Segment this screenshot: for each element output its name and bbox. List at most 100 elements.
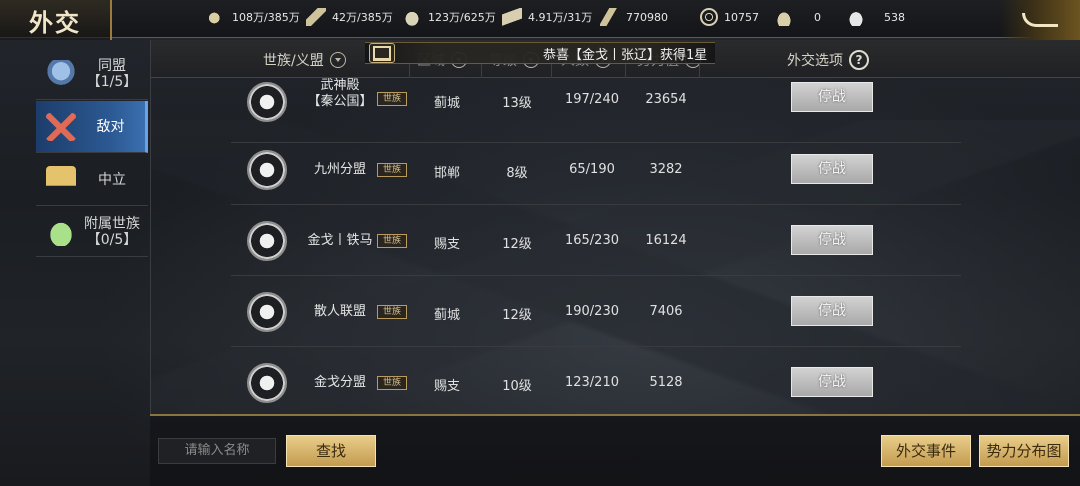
bottom-bar: 请输入名称 查找 外交事件 势力分布图 [150, 414, 1080, 486]
level-value: 13级 [502, 96, 532, 111]
clan-emblem-icon [247, 221, 287, 261]
region-value: 赐支 [433, 379, 460, 394]
sidebar-item-vassal[interactable]: 附属世族 【0/5】 [36, 207, 148, 257]
banner-icon [46, 165, 76, 194]
clan-name[interactable]: 金戈分盟 [295, 375, 385, 391]
title-plate: 外交 [0, 0, 112, 40]
back-button[interactable] [1000, 0, 1080, 40]
sidebar-item-label: 中立 [98, 171, 126, 188]
ceasefire-button[interactable]: 停战 [791, 154, 873, 184]
ceasefire-button[interactable]: 停战 [791, 82, 873, 112]
sidebar-item-label: 同盟 【1/5】 [86, 57, 138, 90]
announcement-ticker: 恭喜【金戈丨张辽】获得1星 [365, 42, 715, 64]
resource-scroll-value: 770980 [626, 10, 668, 24]
clan-emblem-icon [247, 363, 287, 403]
level-value: 12级 [502, 237, 532, 252]
members-value: 165/230 [564, 233, 619, 248]
ceasefire-button[interactable]: 停战 [791, 367, 873, 397]
table-row: 金戈分盟 世族 赐支 10级 123/210 5128 停战 [231, 347, 961, 414]
clan-tag-badge: 世族 [377, 234, 407, 248]
vassal-icon [46, 217, 76, 246]
clan-tag-badge: 世族 [377, 163, 407, 177]
sort-chevron-icon[interactable] [329, 52, 346, 68]
level-value: 8级 [506, 166, 528, 181]
level-value: 10级 [502, 379, 532, 394]
resource-gold-ingot[interactable]: 0 [774, 8, 821, 26]
resource-iron-value: 4.91万/31万 [528, 11, 593, 24]
resource-wheat-value: 108万/385万 [232, 11, 300, 24]
region-value: 蓟城 [433, 96, 460, 111]
search-button[interactable]: 查找 [286, 435, 376, 467]
table-row: 九州分盟 世族 邯郸 8级 65/190 3282 停战 [231, 134, 961, 205]
ceasefire-button[interactable]: 停战 [791, 296, 873, 326]
sidebar: 同盟 【1/5】 敌对 中立 附属世族 【0/5】 [36, 40, 148, 257]
table-row: 散人联盟 世族 蓟城 12级 190/230 7406 停战 [231, 276, 961, 347]
clan-tag-badge: 世族 [377, 305, 407, 319]
header-options: 外交选项 ? [787, 50, 869, 70]
alliance-icon [46, 59, 76, 88]
gold-ingot-icon [774, 8, 794, 26]
resource-wood-value: 42万/385万 [332, 11, 393, 24]
region-value: 赐支 [433, 237, 460, 252]
members-value: 197/240 [564, 92, 619, 107]
clan-name[interactable]: 金戈丨铁马 [295, 233, 385, 249]
clan-emblem-icon [247, 150, 287, 190]
wood-icon [306, 8, 326, 26]
header-clan-label: 世族/义盟 [263, 53, 324, 69]
members-value: 190/230 [564, 304, 619, 319]
clan-tag-badge: 世族 [377, 376, 407, 390]
resource-coin[interactable]: 10757 [700, 8, 759, 26]
sidebar-item-hostile[interactable]: 敌对 [36, 101, 148, 153]
region-value: 邯郸 [433, 166, 460, 181]
sidebar-item-neutral[interactable]: 中立 [36, 154, 148, 206]
power-value: 7406 [649, 304, 683, 319]
iron-icon [502, 8, 522, 26]
crossed-swords-icon [46, 112, 76, 141]
clan-emblem-icon [247, 292, 287, 332]
clan-tag-badge: 世族 [377, 92, 407, 106]
resource-gold-ingot-value: 0 [814, 10, 821, 24]
members-value: 123/210 [564, 375, 619, 390]
diplomacy-events-button[interactable]: 外交事件 [881, 435, 971, 467]
table-body[interactable]: 武神殿 【秦公国】 世族 蓟城 13级 197/240 23654 停战 九州分… [231, 78, 961, 414]
return-arrow-icon [1022, 13, 1058, 27]
coin-icon [700, 8, 718, 26]
clan-name[interactable]: 散人联盟 [295, 304, 385, 320]
wheat-icon [202, 4, 230, 30]
silver-ingot-icon [846, 8, 866, 26]
resource-silver-ingot-value: 538 [884, 10, 905, 24]
ceasefire-button[interactable]: 停战 [791, 225, 873, 255]
clan-name[interactable]: 武神殿 【秦公国】 [295, 78, 385, 110]
members-value: 65/190 [569, 162, 615, 177]
power-value: 3282 [649, 162, 683, 177]
resource-wood: 42万/385万 [306, 8, 393, 26]
resource-scroll: 770980 [600, 8, 668, 26]
top-bar: 外交 108万/385万 42万/385万 123万/625万 4.91万/31… [0, 0, 1080, 40]
diplomacy-table: 世族/义盟 区域 等级 人数 势力值 外交选项 ? 恭喜【金 [150, 40, 1080, 414]
level-value: 12级 [502, 308, 532, 323]
sidebar-item-label: 附属世族 【0/5】 [84, 215, 140, 248]
resource-stone: 123万/625万 [402, 8, 496, 26]
resource-silver-ingot[interactable]: 538 [846, 8, 905, 26]
sidebar-item-label: 敌对 [96, 118, 125, 135]
resource-coin-value: 10757 [724, 10, 759, 24]
power-value: 5128 [649, 375, 683, 390]
clan-emblem-icon [247, 82, 287, 122]
announcement-icon[interactable] [369, 43, 395, 63]
sidebar-item-alliance[interactable]: 同盟 【1/5】 [36, 48, 148, 100]
page-title: 外交 [29, 7, 81, 37]
search-input[interactable]: 请输入名称 [158, 438, 276, 464]
power-map-button[interactable]: 势力分布图 [979, 435, 1069, 467]
power-value: 16124 [645, 233, 687, 248]
power-value: 23654 [645, 92, 687, 107]
table-header: 世族/义盟 区域 等级 人数 势力值 外交选项 ? 恭喜【金 [151, 40, 1080, 78]
table-row: 金戈丨铁马 世族 赐支 12级 165/230 16124 停战 [231, 205, 961, 276]
resource-iron: 4.91万/31万 [502, 8, 592, 26]
header-clan[interactable]: 世族/义盟 [263, 50, 346, 70]
announcement-text: 恭喜【金戈丨张辽】获得1星 [543, 47, 708, 63]
clan-name[interactable]: 九州分盟 [295, 162, 385, 178]
region-value: 蓟城 [433, 308, 460, 323]
help-icon[interactable]: ? [849, 50, 869, 70]
stone-icon [402, 8, 422, 26]
header-options-label: 外交选项 [787, 53, 843, 69]
